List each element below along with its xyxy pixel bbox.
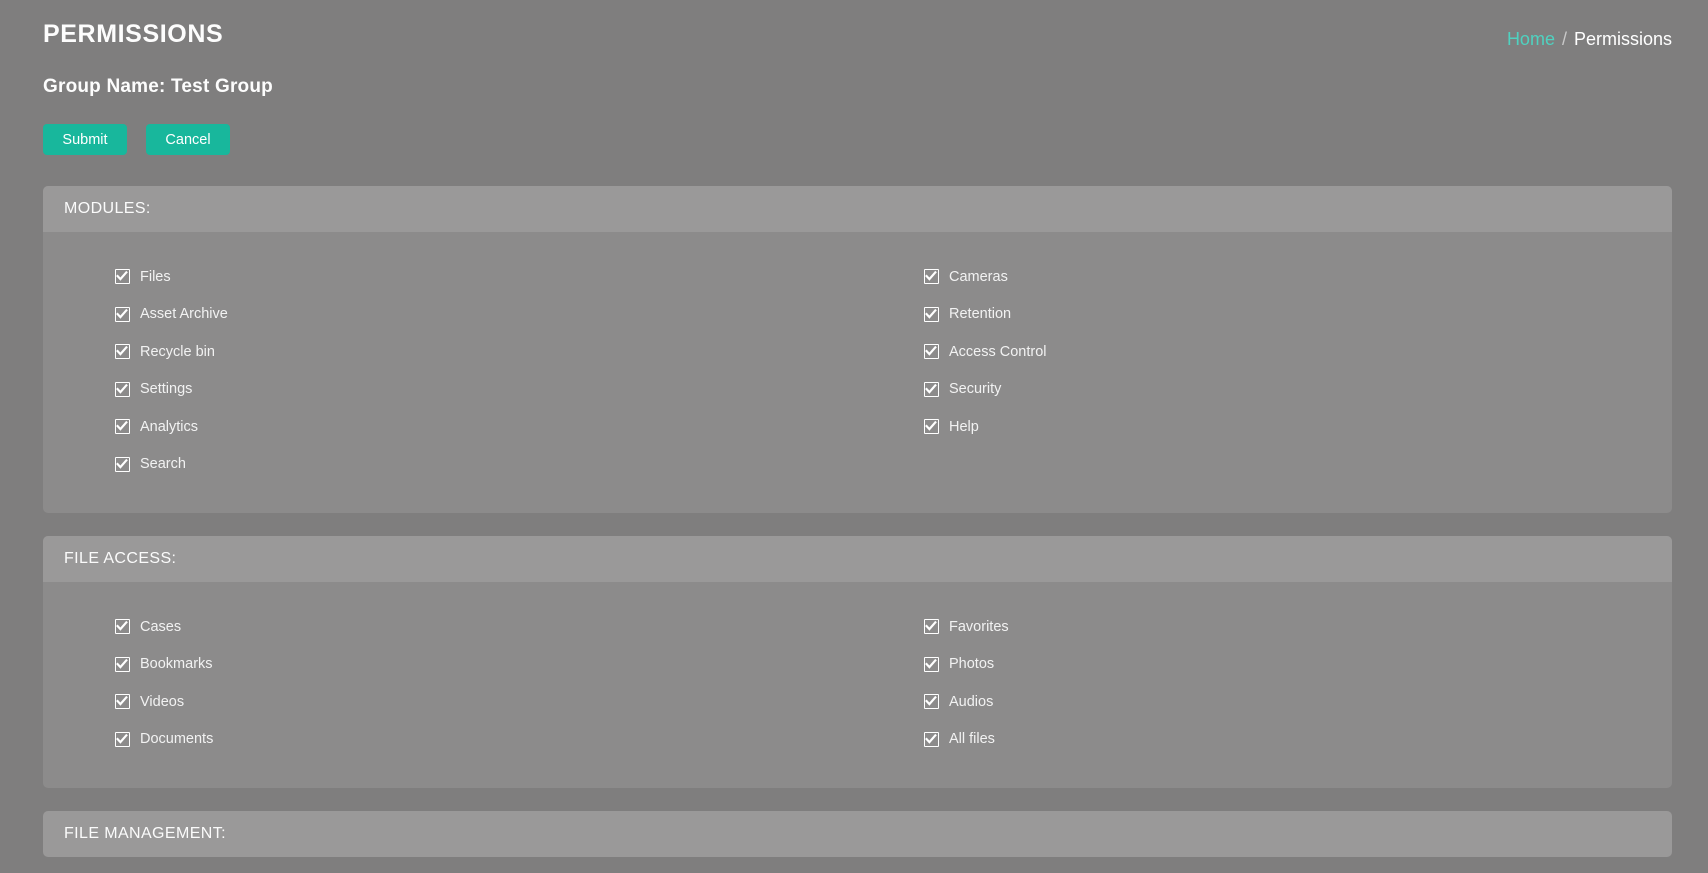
checkbox-label: Files — [140, 268, 171, 285]
breadcrumb: Home / Permissions — [1507, 29, 1672, 50]
checkmark-icon[interactable] — [924, 419, 939, 435]
checkbox-label: Asset Archive — [140, 306, 228, 322]
checkmark-icon[interactable] — [115, 619, 130, 635]
checkbox-label: Videos — [140, 693, 185, 710]
permission-panel: FILE ACCESS: Cases Bookmarks Videos Document… — [43, 536, 1672, 788]
checkmark-icon[interactable] — [924, 381, 939, 397]
permission-panels: MODULES: Files Asset Archive Recycle bin Set… — [43, 186, 1672, 873]
checkbox-item[interactable]: Access Control — [893, 333, 1672, 371]
checkbox-label: Photos — [949, 656, 995, 672]
action-buttons: Submit Cancel — [43, 124, 230, 155]
checkbox-label: Analytics — [140, 418, 199, 435]
checkbox-item[interactable]: Analytics — [43, 408, 893, 446]
checkmark-icon[interactable] — [115, 419, 130, 435]
submit-button[interactable]: Submit — [43, 124, 127, 155]
checkbox-item[interactable]: Asset Archive — [43, 296, 893, 334]
checkbox-column-right: Cameras Retention Access Control Security He… — [893, 258, 1672, 483]
checkmark-icon[interactable] — [924, 694, 939, 710]
checkbox-label: Cases — [140, 618, 182, 635]
checkbox-column-left: Files Asset Archive Recycle bin Settings Ana… — [43, 258, 893, 483]
checkbox-item[interactable]: Cases — [43, 608, 893, 646]
breadcrumb-separator: / — [1561, 29, 1567, 49]
checkbox-item[interactable]: Cameras — [893, 258, 1672, 296]
checkbox-label: Search — [140, 456, 186, 472]
checkmark-icon[interactable] — [115, 269, 130, 285]
checkbox-item[interactable]: Retention — [893, 296, 1672, 334]
checkbox-item[interactable]: Audios — [893, 683, 1672, 721]
checkbox-label: Retention — [949, 306, 1012, 322]
checkbox-item[interactable]: Help — [893, 408, 1672, 446]
checkmark-icon[interactable] — [115, 381, 130, 397]
checkbox-label: Audios — [949, 693, 994, 710]
checkbox-label: Documents — [140, 731, 214, 747]
page-header: PERMISSIONS Home / Permissions — [0, 0, 1708, 62]
group-name-label: Group Name: Test Group — [43, 76, 273, 97]
checkmark-icon[interactable] — [924, 269, 939, 285]
checkbox-label: Cameras — [949, 268, 1008, 285]
checkbox-label: Security — [949, 381, 1002, 397]
checkbox-label: Bookmarks — [140, 656, 213, 672]
permissions-page: PERMISSIONS Home / Permissions Group Name:… — [0, 0, 1708, 873]
permission-panel: FILE MANAGEMENT: — [43, 811, 1672, 857]
checkbox-item[interactable]: All files — [893, 721, 1672, 759]
checkbox-label: Settings — [140, 381, 193, 397]
panel-body: Files Asset Archive Recycle bin Settings Ana… — [43, 232, 1672, 513]
checkmark-icon[interactable] — [924, 306, 939, 322]
checkmark-icon[interactable] — [115, 306, 130, 322]
panel-header-title: FILE ACCESS: — [43, 536, 1672, 582]
checkbox-column-right: Favorites Photos Audios All files — [893, 608, 1672, 758]
checkbox-column-left: Cases Bookmarks Videos Documents — [43, 608, 893, 758]
checkmark-icon[interactable] — [115, 656, 130, 672]
checkbox-item[interactable]: Files — [43, 258, 893, 296]
checkbox-item[interactable]: Security — [893, 371, 1672, 409]
checkbox-label: All files — [949, 731, 995, 747]
checkbox-item[interactable]: Favorites — [893, 608, 1672, 646]
checkmark-icon[interactable] — [924, 731, 939, 747]
checkbox-label: Recycle bin — [140, 343, 215, 360]
checkmark-icon[interactable] — [924, 656, 939, 672]
checkmark-icon[interactable] — [924, 619, 939, 635]
checkmark-icon[interactable] — [115, 694, 130, 710]
checkmark-icon[interactable] — [115, 456, 130, 472]
checkbox-item[interactable]: Search — [43, 446, 893, 484]
panel-body: Cases Bookmarks Videos Documents Favorites Ph… — [43, 582, 1672, 788]
checkbox-label: Access Control — [949, 343, 1047, 360]
cancel-button[interactable]: Cancel — [146, 124, 230, 155]
checkbox-item[interactable]: Bookmarks — [43, 646, 893, 684]
checkbox-grid: Files Asset Archive Recycle bin Settings Ana… — [43, 258, 1672, 483]
checkbox-label: Help — [949, 418, 979, 435]
checkbox-grid: Cases Bookmarks Videos Documents Favorites Ph… — [43, 608, 1672, 758]
checkmark-icon[interactable] — [115, 731, 130, 747]
checkbox-item[interactable]: Videos — [43, 683, 893, 721]
checkbox-label: Favorites — [949, 618, 1009, 635]
breadcrumb-home-link[interactable]: Home — [1507, 29, 1555, 49]
checkbox-item[interactable]: Documents — [43, 721, 893, 759]
panel-header-title: MODULES: — [43, 186, 1672, 232]
checkbox-item[interactable]: Recycle bin — [43, 333, 893, 371]
panel-header-title: FILE MANAGEMENT: — [43, 811, 1672, 857]
breadcrumb-current: Permissions — [1573, 29, 1672, 49]
page-title: PERMISSIONS — [43, 20, 224, 48]
checkmark-icon[interactable] — [115, 344, 130, 360]
checkmark-icon[interactable] — [924, 344, 939, 360]
checkbox-item[interactable]: Settings — [43, 371, 893, 409]
permission-panel: MODULES: Files Asset Archive Recycle bin Set… — [43, 186, 1672, 513]
checkbox-item[interactable]: Photos — [893, 646, 1672, 684]
